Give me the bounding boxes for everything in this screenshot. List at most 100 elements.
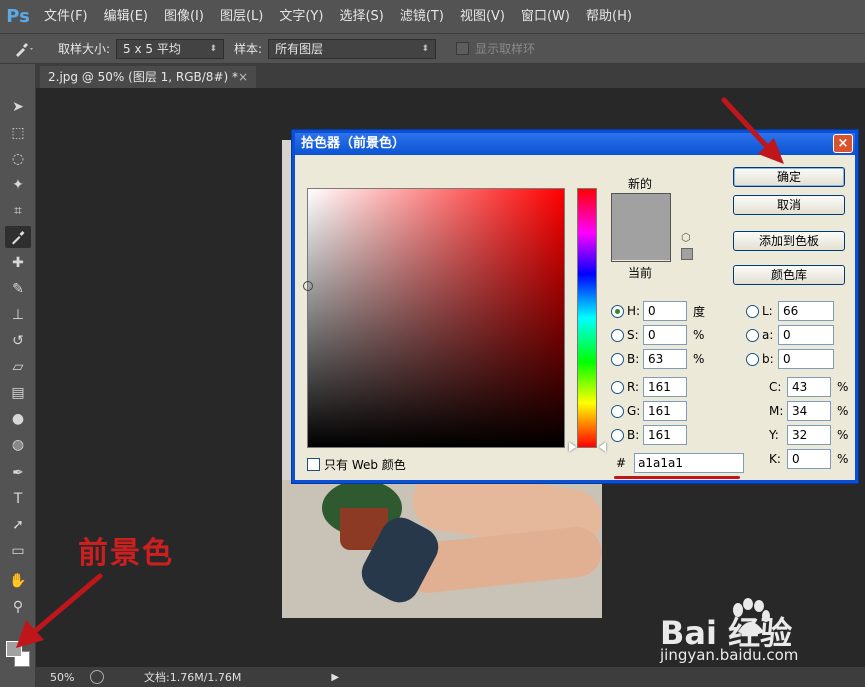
checkbox-box[interactable] [456, 42, 470, 55]
show-sampling-ring-checkbox[interactable]: 显示取样环 [456, 40, 535, 57]
input-b[interactable]: 63 [643, 349, 687, 369]
menu-layer[interactable]: 图层(L) [212, 0, 271, 34]
foreground-color-swatch[interactable] [6, 641, 22, 657]
field-row-s: S: 0 % [611, 325, 704, 345]
menu-help[interactable]: 帮助(H) [578, 0, 640, 34]
radio-r[interactable] [611, 380, 624, 394]
radio-g[interactable] [611, 404, 624, 418]
radio-blue[interactable] [611, 428, 624, 442]
color-libraries-button[interactable]: 颜色库 [733, 265, 845, 285]
field-label-l: L: [762, 304, 773, 318]
input-m[interactable]: 34 [787, 401, 831, 421]
zoom-level[interactable]: 50% [36, 671, 86, 684]
eyedropper-tool-icon[interactable] [5, 226, 31, 248]
dodge-tool-icon[interactable]: ◍ [5, 434, 31, 456]
field-row-r: R: 161 [611, 377, 687, 397]
field-row-b-lab: b: 0 [746, 349, 834, 369]
magic-wand-tool-icon[interactable]: ✦ [5, 174, 31, 196]
input-a[interactable]: 0 [778, 325, 834, 345]
type-tool-icon[interactable]: T [5, 488, 31, 510]
chevron-updown-icon: ⬍ [209, 43, 218, 54]
gradient-tool-icon[interactable]: ▤ [5, 382, 31, 404]
watermark-url: jingyan.baidu.com [660, 646, 799, 664]
unit-s: % [693, 328, 705, 342]
menu-select[interactable]: 选择(S) [331, 0, 391, 34]
path-selection-tool-icon[interactable]: ➚ [5, 514, 31, 536]
field-label-r: R: [627, 380, 640, 394]
clone-stamp-tool-icon[interactable]: ⊥ [5, 304, 31, 326]
input-y[interactable]: 32 [787, 425, 831, 445]
field-row-b: B: 63 % [611, 349, 704, 369]
field-row-m: M: 34 % [769, 401, 848, 421]
menu-type[interactable]: 文字(Y) [271, 0, 331, 34]
input-k[interactable]: 0 [787, 449, 831, 469]
brush-tool-icon[interactable]: ✎ [5, 278, 31, 300]
menu-window[interactable]: 窗口(W) [513, 0, 578, 34]
input-s[interactable]: 0 [643, 325, 687, 345]
input-r[interactable]: 161 [643, 377, 687, 397]
ok-button[interactable]: 确定 [733, 167, 845, 187]
sample-select[interactable]: 所有图层 ⬍ [268, 38, 437, 59]
move-tool-icon[interactable]: ➤ [5, 96, 31, 118]
play-arrow-icon[interactable]: ▶ [331, 672, 339, 683]
checkbox-box[interactable] [307, 458, 320, 471]
options-bar: 取样大小: 5 x 5 平均 ⬍ 样本: 所有图层 ⬍ 显示取样环 [0, 34, 865, 64]
crop-tool-icon[interactable]: ⌗ [5, 200, 31, 222]
current-color-swatch[interactable] [612, 227, 670, 260]
radio-a[interactable] [746, 328, 759, 342]
rectangle-tool-icon[interactable]: ▭ [5, 540, 31, 562]
field-label-g: G: [627, 404, 641, 418]
hue-slider-left-arrow-icon[interactable] [569, 442, 576, 452]
status-info-icon[interactable] [90, 670, 104, 684]
input-c[interactable]: 43 [787, 377, 831, 397]
field-label-b-lab: b: [762, 352, 774, 366]
history-brush-tool-icon[interactable]: ↺ [5, 330, 31, 352]
input-b-lab[interactable]: 0 [778, 349, 834, 369]
field-label-s: S: [627, 328, 639, 342]
hue-slider-right-arrow-icon[interactable] [599, 442, 606, 452]
input-blue[interactable]: 161 [643, 425, 687, 445]
unit-b: % [693, 352, 705, 366]
zoom-tool-icon[interactable]: ⚲ [5, 596, 31, 618]
marquee-tool-icon[interactable]: ⬚ [5, 122, 31, 144]
input-g[interactable]: 161 [643, 401, 687, 421]
web-colors-only-checkbox[interactable]: 只有 Web 颜色 [307, 456, 406, 473]
sample-size-select[interactable]: 5 x 5 平均 ⬍ [116, 38, 225, 59]
cube-icon[interactable]: ⬡ [681, 231, 691, 244]
saturation-brightness-field[interactable] [303, 188, 565, 448]
field-label-c: C: [769, 380, 782, 394]
radio-b-lab[interactable] [746, 352, 759, 366]
hand-tool-icon[interactable]: ✋ [5, 570, 31, 592]
menu-edit[interactable]: 编辑(E) [96, 0, 156, 34]
radio-h[interactable] [611, 304, 624, 318]
close-icon[interactable]: × [833, 134, 853, 153]
unit-h: 度 [693, 304, 706, 319]
input-l[interactable]: 66 [778, 301, 834, 321]
eyedropper-preset-icon[interactable] [0, 34, 48, 64]
web-safe-swatch-icon[interactable] [681, 248, 693, 260]
menu-filter[interactable]: 滤镜(T) [392, 0, 452, 34]
menu-file[interactable]: 文件(F) [36, 0, 96, 34]
document-tab[interactable]: 2.jpg @ 50% (图层 1, RGB/8#) * × [40, 66, 256, 88]
blur-tool-icon[interactable]: ● [5, 408, 31, 430]
field-row-a: a: 0 [746, 325, 834, 345]
radio-b[interactable] [611, 352, 624, 366]
hue-slider[interactable] [577, 188, 597, 448]
radio-s[interactable] [611, 328, 624, 342]
menu-view[interactable]: 视图(V) [452, 0, 513, 34]
healing-brush-tool-icon[interactable]: ✚ [5, 252, 31, 274]
close-icon[interactable]: × [238, 66, 248, 88]
hex-input[interactable]: a1a1a1 [634, 453, 745, 473]
add-to-swatches-button[interactable]: 添加到色板 [733, 231, 845, 251]
document-tab-title: 2.jpg @ 50% (图层 1, RGB/8#) * [48, 70, 238, 84]
field-label-blue: B: [627, 428, 640, 442]
photoshop-logo: Ps [6, 6, 30, 27]
cancel-button[interactable]: 取消 [733, 195, 845, 215]
input-h[interactable]: 0 [643, 301, 687, 321]
menu-image[interactable]: 图像(I) [156, 0, 212, 34]
radio-l[interactable] [746, 304, 759, 318]
color-field-cursor[interactable] [303, 281, 313, 291]
pen-tool-icon[interactable]: ✒ [5, 462, 31, 484]
lasso-tool-icon[interactable]: ◌ [5, 148, 31, 170]
eraser-tool-icon[interactable]: ▱ [5, 356, 31, 378]
